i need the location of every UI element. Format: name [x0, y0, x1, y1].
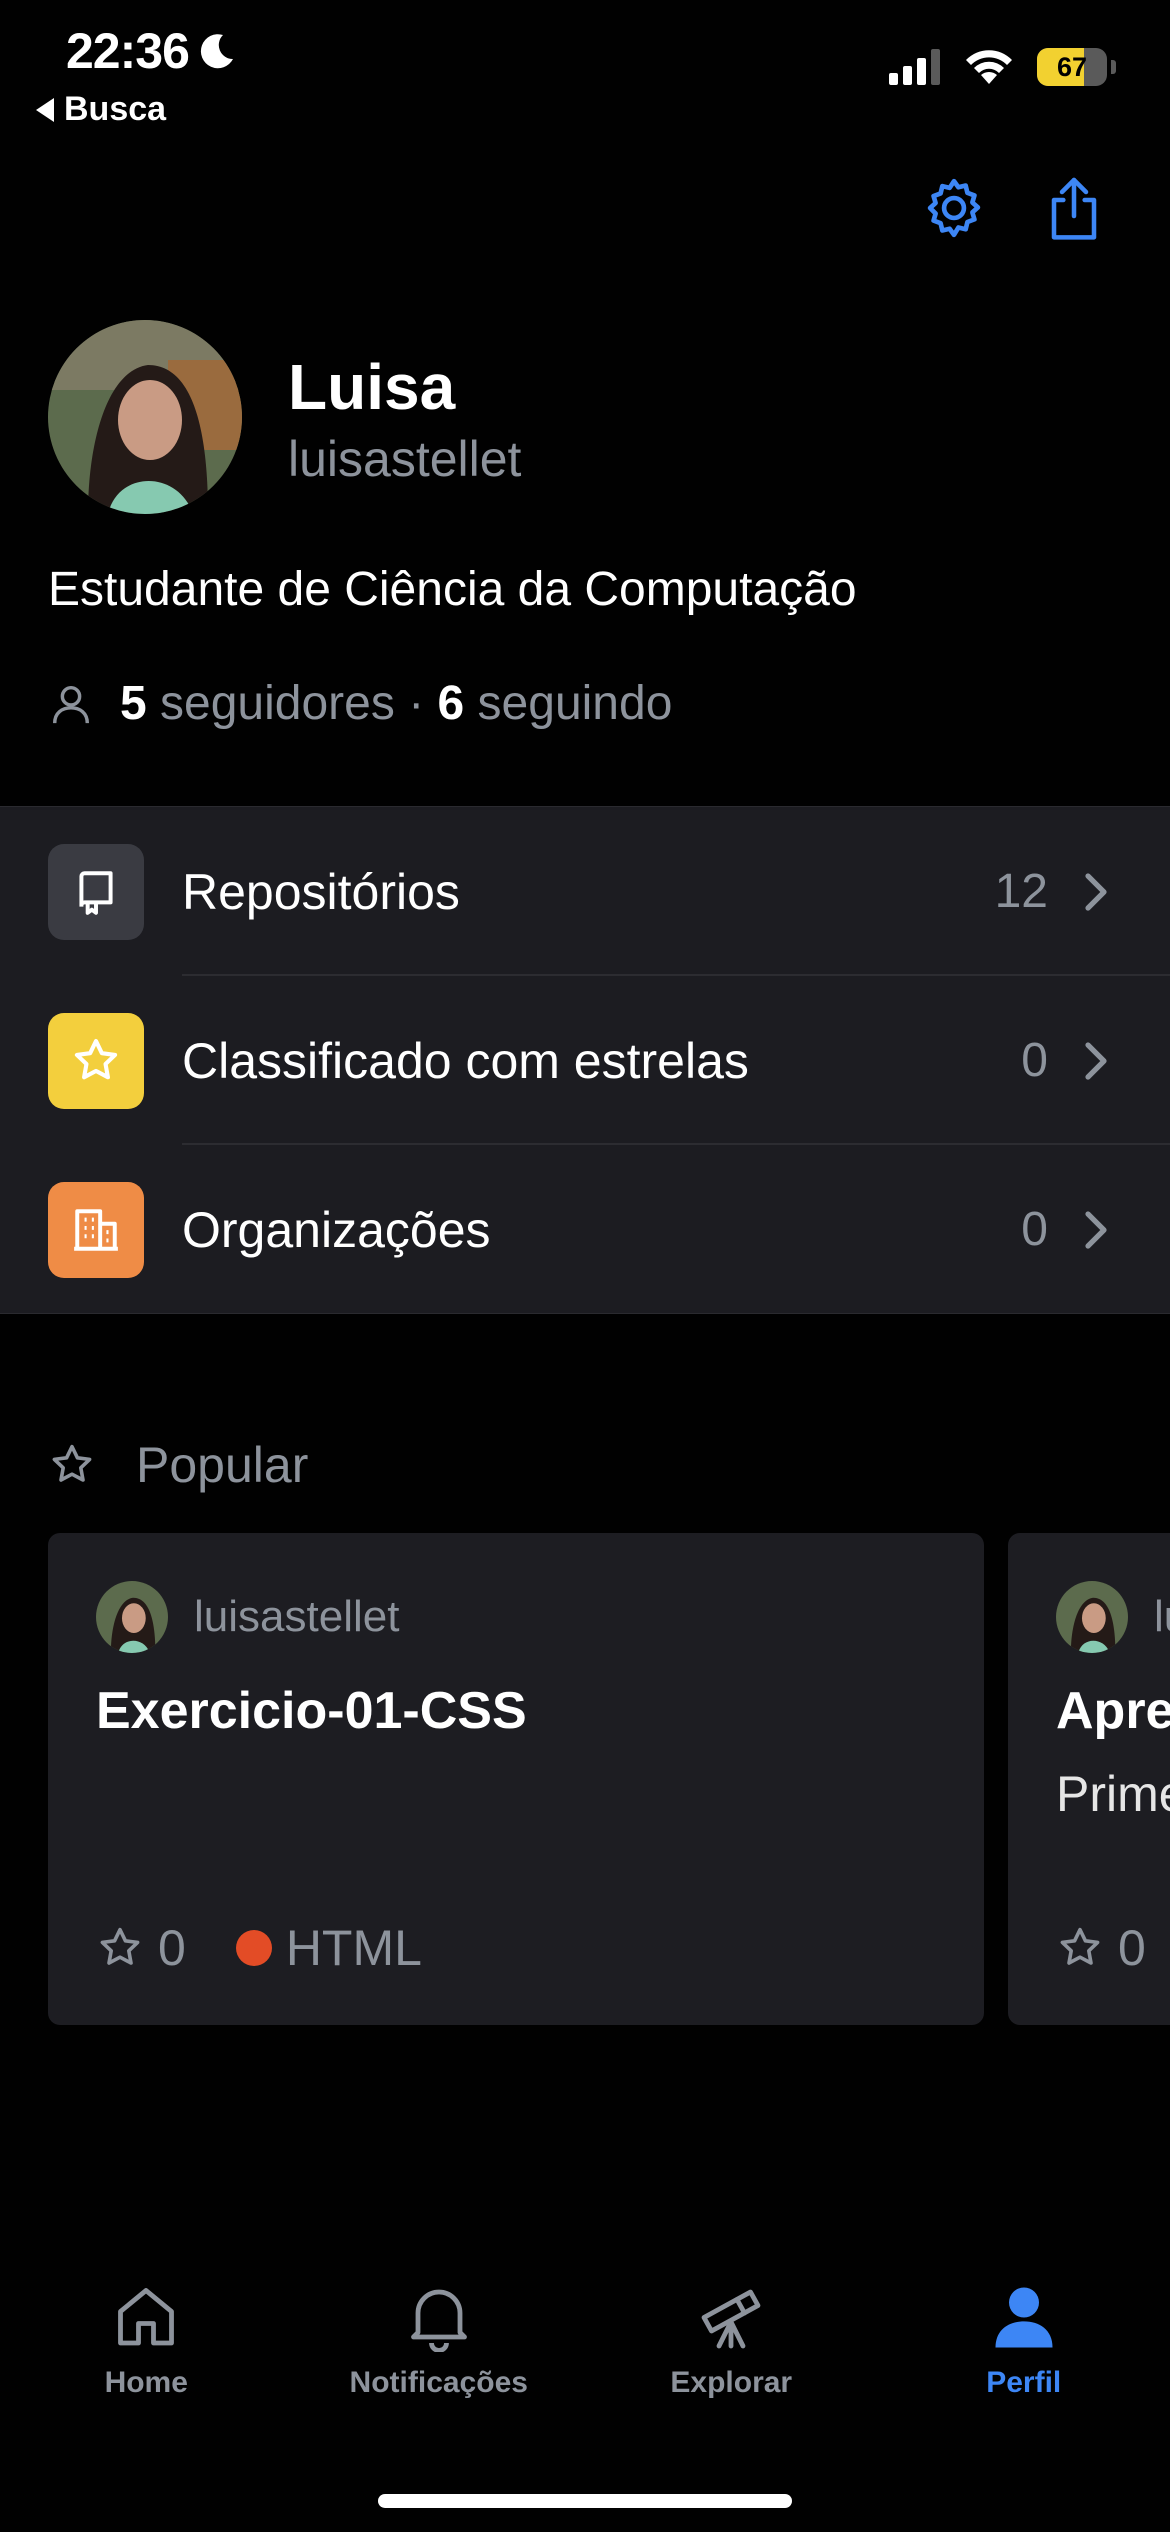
tab-label: Notificações	[349, 2366, 528, 2399]
repo-language: HTML	[285, 1920, 422, 1976]
followers-count: 5	[120, 677, 147, 730]
tab-label: Explorar	[670, 2366, 793, 2399]
cellular-signal-icon	[889, 49, 940, 85]
person-outline-icon	[52, 685, 90, 723]
repo-meta: 0	[1056, 1919, 1146, 1977]
repo-stars: 0	[158, 1920, 186, 1976]
chevron-right-icon	[1085, 1210, 1107, 1249]
menu-item-count: 0	[1021, 1203, 1048, 1256]
tab-explore[interactable]: Explorar	[585, 2280, 878, 2440]
menu-item-count: 0	[1021, 1034, 1048, 1087]
back-triangle-icon	[36, 97, 54, 122]
battery-indicator: 67	[1037, 48, 1107, 86]
tab-profile[interactable]: Perfil	[878, 2280, 1170, 2440]
menu-item-label: Organizações	[182, 1201, 491, 1258]
profile-bio: Estudante de Ciência da Computação	[48, 563, 857, 616]
status-indicators: 67	[889, 48, 1116, 86]
star-outline-icon	[1060, 1927, 1100, 1965]
menu-item-starred[interactable]: Classificado com estrelas 0	[0, 976, 1170, 1145]
wifi-icon	[966, 50, 1012, 84]
person-icon	[995, 2287, 1053, 2348]
repo-name: Apresentacao	[1056, 1682, 1170, 1740]
repo-meta: 0 HTML	[96, 1919, 422, 1977]
popular-title: Popular	[136, 1437, 309, 1493]
avatar-photo	[48, 320, 242, 514]
tab-bar: Home Notificações Explorar Perfil	[0, 2280, 1170, 2440]
repo-description: Primeiro repositório	[1056, 1766, 1170, 1822]
followers-label: seguidores ·	[146, 677, 438, 730]
menu-item-repositories[interactable]: Repositórios 12	[0, 807, 1170, 976]
popular-repo-card[interactable]: luisastellet Apresentacao Primeiro repos…	[1008, 1533, 1170, 2025]
owner-login: luisastellet	[1154, 1592, 1170, 1641]
star-outline-icon	[100, 1927, 140, 1965]
chevron-right-icon	[1085, 872, 1107, 911]
menu-item-label: Repositórios	[182, 863, 460, 920]
share-button[interactable]	[1036, 170, 1112, 246]
tab-home[interactable]: Home	[0, 2280, 293, 2440]
status-time: 22:36	[66, 22, 237, 80]
back-to-search-link[interactable]: Busca	[36, 90, 166, 129]
organization-icon	[74, 1208, 118, 1251]
bell-icon	[410, 2289, 467, 2352]
owner-avatar	[96, 1581, 168, 1653]
status-time-text: 22:36	[66, 23, 190, 79]
owner-login: luisastellet	[194, 1592, 400, 1641]
star-icon	[74, 1038, 118, 1079]
language-color-dot	[235, 1930, 272, 1966]
menu-item-organizations[interactable]: Organizações 0	[0, 1145, 1170, 1314]
battery-level: 67	[1056, 51, 1088, 82]
profile-name: Luisa	[288, 351, 456, 423]
organization-icon-tile	[48, 1181, 144, 1278]
repo-name: Exercicio-01-CSS	[96, 1682, 527, 1740]
repo-stars: 0	[1118, 1920, 1146, 1976]
repo-owner: luisastellet	[1056, 1581, 1170, 1653]
following-label: seguindo	[464, 677, 673, 730]
chevron-right-icon	[1085, 1041, 1107, 1080]
follow-stats[interactable]: 5 seguidores · 6 seguindo	[48, 676, 672, 731]
menu-item-count: 12	[994, 865, 1048, 918]
gear-icon	[927, 178, 981, 238]
battery-tip	[1111, 60, 1116, 74]
star-outline-icon	[52, 1444, 92, 1482]
following-count: 6	[437, 677, 465, 730]
popular-section-header: Popular	[48, 1436, 308, 1494]
tab-notifications[interactable]: Notificações	[293, 2280, 586, 2440]
profile-menu: Repositórios 12 Classificado com estrela…	[0, 806, 1170, 1314]
tab-label: Home	[104, 2366, 188, 2399]
profile-screen: 22:36 Busca 67 Luisa luisastellet Estuda…	[0, 0, 1170, 2532]
repo-owner: luisastellet	[96, 1581, 399, 1653]
share-icon	[1051, 177, 1097, 240]
home-indicator[interactable]	[378, 2494, 792, 2508]
telescope-icon	[701, 2289, 761, 2349]
repo-icon	[79, 870, 113, 915]
moon-icon	[200, 34, 233, 69]
back-link-label: Busca	[64, 90, 167, 128]
repo-icon-tile	[48, 843, 144, 940]
settings-button[interactable]	[916, 170, 992, 246]
profile-login: luisastellet	[288, 431, 522, 487]
menu-item-label: Classificado com estrelas	[182, 1032, 749, 1089]
home-icon	[118, 2288, 175, 2346]
popular-repo-card[interactable]: luisastellet Exercicio-01-CSS 0 HTML	[48, 1533, 984, 2025]
avatar[interactable]	[48, 320, 242, 514]
star-icon-tile	[48, 1012, 144, 1109]
owner-avatar	[1056, 1581, 1128, 1653]
tab-label: Perfil	[986, 2366, 1062, 2399]
